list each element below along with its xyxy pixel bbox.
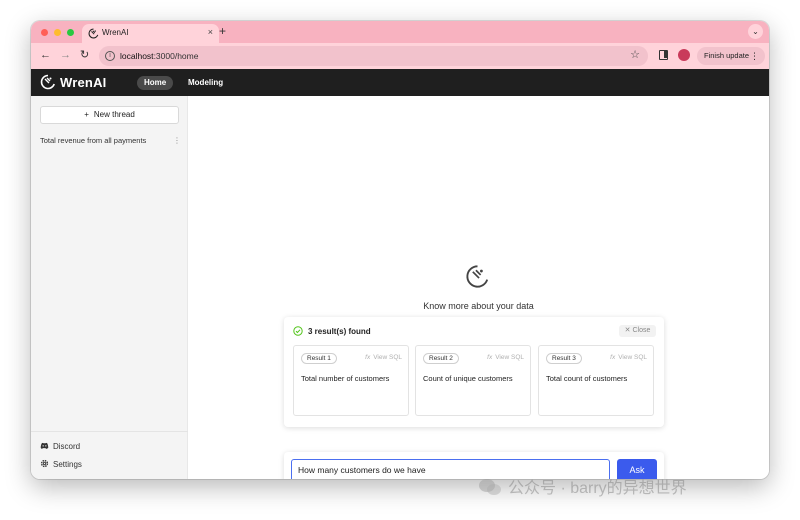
result-card-2[interactable]: Result 2 fx View SQL Count of unique cust… [415,345,531,416]
result-text: Total number of customers [301,374,390,383]
results-panel: 3 result(s) found ✕ Close Result 1 fx View… [284,317,664,427]
zoom-window-dot[interactable] [67,29,74,36]
main-content: Know more about your data 3 result(s) fo… [188,96,769,479]
result-card-1[interactable]: Result 1 fx View SQL Total number of cust… [293,345,409,416]
fx-icon: fx [610,354,616,361]
discord-icon [40,442,49,449]
view-sql-link[interactable]: fx View SQL [365,354,402,361]
app-logo-text: WrenAI [60,75,107,90]
check-circle-icon [293,326,303,336]
tab-title: WrenAI [102,28,129,37]
result-badge: Result 2 [423,353,459,364]
thread-item[interactable]: Total revenue from all payments [40,136,146,145]
tab-close-icon[interactable]: × [208,27,213,37]
browser-tab[interactable]: WrenAI × [82,24,219,43]
thread-more-icon[interactable]: ⋮ [173,136,181,145]
wechat-icon [479,479,501,495]
result-badge: Result 3 [546,353,582,364]
reload-icon[interactable]: ↻ [80,48,89,62]
gear-icon [40,459,49,468]
watermark: 公众号 · barry的异想世界 [478,474,687,498]
close-window-dot[interactable] [41,29,48,36]
view-sql-link[interactable]: fx View SQL [487,354,524,361]
settings-link[interactable]: Settings [40,459,82,469]
fx-icon: fx [365,354,371,361]
results-count: 3 result(s) found [308,327,371,336]
tab-search-icon[interactable]: ⌄ [748,24,763,39]
browser-window: WrenAI × + ⌄ ← → ↻ i localhost:3000/home… [31,21,769,479]
sidebar-divider [31,431,188,432]
discord-link[interactable]: Discord [40,441,80,451]
view-sql-link[interactable]: fx View SQL [610,354,647,361]
plus-icon: + [84,110,89,119]
finish-update-button[interactable]: Finish update ⋮ [697,47,765,65]
app-header: WrenAI Home Modeling [31,69,769,96]
tab-strip: WrenAI × + ⌄ [31,21,769,43]
new-tab-icon[interactable]: + [219,24,226,38]
result-card-3[interactable]: Result 3 fx View SQL Total count of custo… [538,345,654,416]
url-text: localhost:3000/home [120,51,199,61]
new-thread-button[interactable]: + New thread [40,106,179,124]
forward-icon[interactable]: → [60,48,71,62]
wren-favicon-icon [88,28,99,39]
result-text: Total count of customers [546,374,628,383]
address-bar[interactable]: i localhost:3000/home ☆ [99,46,648,66]
sidebar: + New thread Total revenue from all payme… [31,96,188,479]
side-panel-icon[interactable] [659,50,668,60]
hero-text: Know more about your data [423,301,534,311]
browser-toolbar: ← → ↻ i localhost:3000/home ☆ Finish upd… [31,43,769,69]
minimize-window-dot[interactable] [54,29,61,36]
back-icon[interactable]: ← [40,48,51,62]
wren-logo-icon [40,74,55,90]
result-text: Count of unique customers [423,374,513,383]
profile-avatar-icon[interactable] [678,49,690,61]
site-info-icon[interactable]: i [105,51,115,61]
result-badge: Result 1 [301,353,337,364]
wren-bird-icon [466,265,489,288]
bookmark-star-icon[interactable]: ☆ [630,48,640,61]
more-menu-icon[interactable]: ⋮ [750,47,759,65]
nav-modeling-tab[interactable]: Modeling [188,78,223,87]
close-icon: ✕ [624,327,631,334]
close-results-button[interactable]: ✕ Close [619,325,656,337]
fx-icon: fx [487,354,493,361]
nav-home-tab[interactable]: Home [137,76,174,90]
